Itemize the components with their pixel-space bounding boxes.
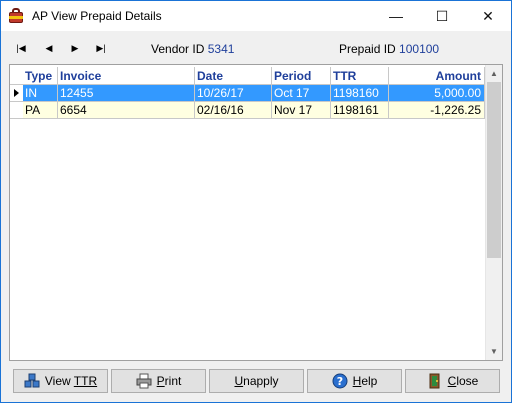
next-record-icon[interactable]: ▶ bbox=[67, 40, 83, 56]
column-header-date[interactable]: Date bbox=[195, 67, 272, 85]
view-ttr-label-underlined: TTR bbox=[73, 374, 98, 388]
action-buttons: View TTR Print Unapply ? Help Close bbox=[13, 369, 501, 393]
grid-header-row: Type Invoice Date Period TTR Amount bbox=[10, 67, 485, 85]
help-icon: ? bbox=[332, 373, 348, 389]
cell-ttr[interactable]: 1198161 bbox=[331, 102, 389, 119]
maximize-button[interactable]: ☐ bbox=[419, 1, 465, 31]
exit-door-icon bbox=[427, 373, 443, 389]
title-bar[interactable]: AP View Prepaid Details — ☐ ✕ bbox=[1, 1, 511, 31]
cell-period[interactable]: Oct 17 bbox=[272, 85, 331, 102]
scroll-up-icon[interactable]: ▲ bbox=[486, 65, 502, 82]
first-record-icon[interactable]: |◀ bbox=[13, 40, 29, 56]
column-header-type[interactable]: Type bbox=[23, 67, 58, 85]
ap-view-prepaid-details-window: AP View Prepaid Details — ☐ ✕ |◀ ◀ ▶ ▶| … bbox=[0, 0, 512, 403]
window-controls: — ☐ ✕ bbox=[373, 1, 511, 31]
row-indicator bbox=[10, 102, 23, 119]
help-label: Help bbox=[352, 374, 378, 388]
cubes-icon bbox=[24, 373, 40, 389]
column-header-amount[interactable]: Amount bbox=[389, 67, 485, 85]
record-toolbar: |◀ ◀ ▶ ▶| Vendor ID 5341 Prepaid ID 1001… bbox=[9, 35, 503, 61]
prepaid-id-value: 100100 bbox=[399, 42, 440, 56]
table-row[interactable]: PA 6654 02/16/16 Nov 17 1198161 -1,226.2… bbox=[10, 102, 485, 119]
scroll-down-icon[interactable]: ▼ bbox=[486, 343, 502, 360]
previous-record-icon[interactable]: ◀ bbox=[41, 40, 57, 56]
column-header-period[interactable]: Period bbox=[272, 67, 331, 85]
cell-ttr[interactable]: 1198160 bbox=[331, 85, 389, 102]
svg-text:?: ? bbox=[336, 375, 342, 388]
view-ttr-label: View TTR bbox=[45, 374, 97, 388]
prepaid-id-display: Prepaid ID 100100 bbox=[339, 42, 439, 56]
column-header-invoice[interactable]: Invoice bbox=[58, 67, 195, 85]
last-record-icon[interactable]: ▶| bbox=[93, 40, 109, 56]
unapply-label: Unapply bbox=[234, 374, 279, 388]
money-bag-icon bbox=[8, 8, 24, 24]
vendor-id-value: 5341 bbox=[207, 42, 235, 56]
view-ttr-button[interactable]: View TTR bbox=[13, 369, 108, 393]
help-button[interactable]: ? Help bbox=[307, 369, 402, 393]
close-button[interactable]: Close bbox=[405, 369, 500, 393]
cell-amount[interactable]: 5,000.00 bbox=[389, 85, 485, 102]
column-header-ttr[interactable]: TTR bbox=[331, 67, 389, 85]
vendor-id-label: Vendor ID bbox=[151, 42, 205, 56]
current-row-arrow-icon bbox=[14, 89, 19, 97]
cell-period[interactable]: Nov 17 bbox=[272, 102, 331, 119]
row-indicator bbox=[10, 85, 23, 102]
cell-type[interactable]: IN bbox=[23, 85, 58, 102]
prepaid-details-grid[interactable]: Type Invoice Date Period TTR Amount IN 1… bbox=[9, 64, 503, 361]
minimize-button[interactable]: — bbox=[373, 1, 419, 31]
scrollbar-thumb[interactable] bbox=[487, 82, 501, 258]
view-ttr-label-prefix: View bbox=[44, 374, 74, 388]
cell-date[interactable]: 10/26/17 bbox=[195, 85, 272, 102]
printer-icon bbox=[136, 373, 152, 389]
vertical-scrollbar[interactable]: ▲ ▼ bbox=[485, 65, 502, 360]
unapply-button[interactable]: Unapply bbox=[209, 369, 304, 393]
close-window-button[interactable]: ✕ bbox=[465, 1, 511, 31]
print-label: Print bbox=[156, 374, 182, 388]
close-label: Close bbox=[447, 374, 479, 388]
vendor-id-display: Vendor ID 5341 bbox=[151, 42, 234, 56]
cell-invoice[interactable]: 6654 bbox=[58, 102, 195, 119]
window-title: AP View Prepaid Details bbox=[32, 9, 162, 23]
cell-type[interactable]: PA bbox=[23, 102, 58, 119]
print-button[interactable]: Print bbox=[111, 369, 206, 393]
table-row[interactable]: IN 12455 10/26/17 Oct 17 1198160 5,000.0… bbox=[10, 85, 485, 102]
cell-date[interactable]: 02/16/16 bbox=[195, 102, 272, 119]
cell-invoice[interactable]: 12455 bbox=[58, 85, 195, 102]
cell-amount[interactable]: -1,226.25 bbox=[389, 102, 485, 119]
row-indicator-header bbox=[10, 67, 23, 85]
prepaid-id-label: Prepaid ID bbox=[339, 42, 396, 56]
